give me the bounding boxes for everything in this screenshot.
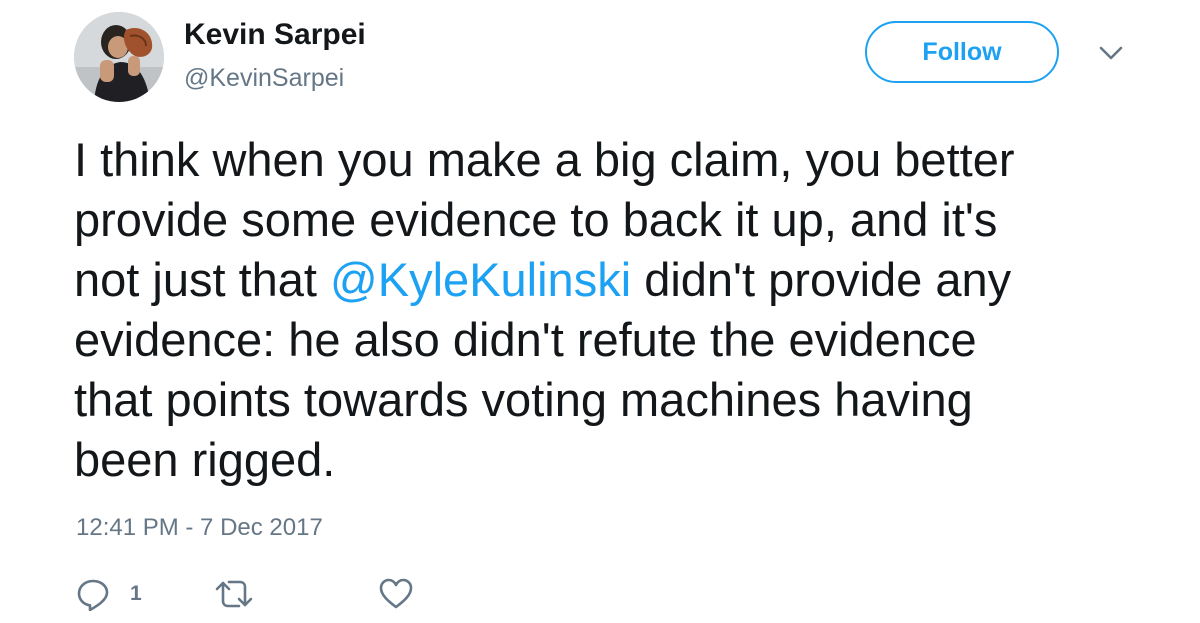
tweet-text-line: that points towards voting machines havi… <box>74 373 973 426</box>
like-button[interactable] <box>378 574 414 614</box>
tweet-text-line: evidence: he also didn't refute the evid… <box>74 313 977 366</box>
retweet-button[interactable] <box>214 574 254 614</box>
tweet-card: Kevin Sarpei @KevinSarpei Follow I think… <box>0 0 1200 623</box>
mention-link[interactable]: @KyleKulinski <box>330 253 631 306</box>
reply-count: 1 <box>130 582 142 605</box>
reply-button[interactable]: 1 <box>76 574 142 614</box>
reply-icon <box>77 579 109 611</box>
display-name[interactable]: Kevin Sarpei <box>184 18 366 52</box>
timestamp[interactable]: 12:41 PM - 7 Dec 2017 <box>76 514 323 542</box>
tweet-text-segment: not just that <box>74 253 331 306</box>
chevron-down-icon[interactable] <box>1098 44 1124 62</box>
tweet-text-line: been rigged. <box>74 433 336 486</box>
tweet-text-line: not just that @KyleKulinski didn't provi… <box>74 250 1154 310</box>
user-handle[interactable]: @KevinSarpei <box>184 64 344 93</box>
retweet-icon <box>215 580 253 608</box>
avatar[interactable] <box>74 12 164 102</box>
tweet-text-line: provide some evidence to back it up, and… <box>74 193 998 246</box>
heart-icon <box>379 578 413 609</box>
follow-button[interactable]: Follow <box>865 21 1059 83</box>
tweet-text-segment: didn't provide any <box>631 253 1012 306</box>
tweet-text: I think when you make a big claim, you b… <box>74 130 1154 490</box>
profile-photo-icon <box>74 12 164 102</box>
tweet-text-line: I think when you make a big claim, you b… <box>74 133 1015 186</box>
